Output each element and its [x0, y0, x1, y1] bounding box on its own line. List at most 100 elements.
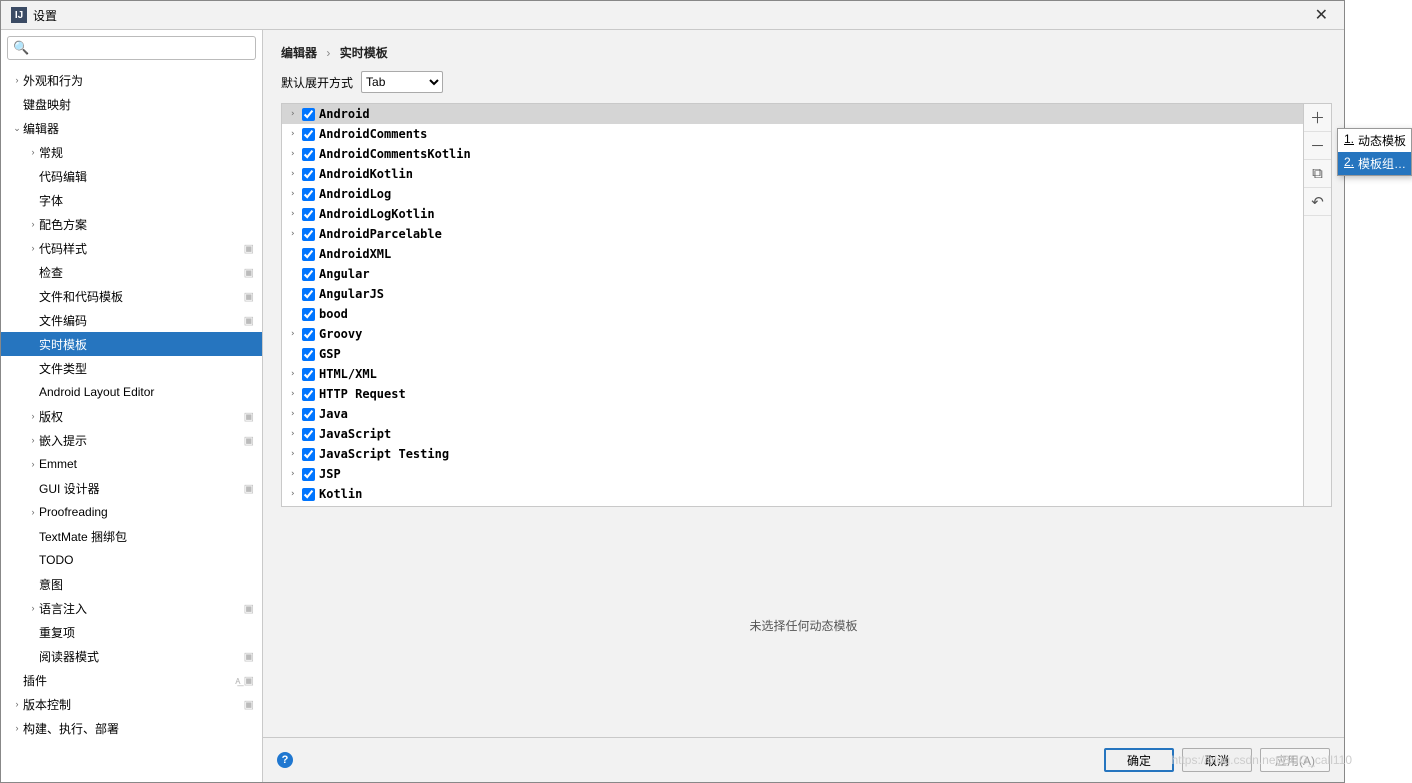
chevron-icon[interactable]: ›: [290, 109, 302, 119]
group-checkbox[interactable]: [302, 408, 315, 421]
remove-button[interactable]: －: [1304, 132, 1331, 160]
template-group-row[interactable]: AndroidXML: [282, 244, 1303, 264]
group-checkbox[interactable]: [302, 148, 315, 161]
expand-icon[interactable]: ⌄: [11, 123, 23, 134]
group-checkbox[interactable]: [302, 188, 315, 201]
sidebar-item[interactable]: 检查▣: [1, 260, 262, 284]
sidebar-item[interactable]: ›构建、执行、部署: [1, 716, 262, 740]
expand-icon[interactable]: ›: [27, 459, 39, 469]
search-input[interactable]: [7, 36, 256, 60]
sidebar-item[interactable]: 文件类型: [1, 356, 262, 380]
menu-item[interactable]: 2.模板组…: [1338, 152, 1411, 175]
sidebar-item[interactable]: ›Emmet: [1, 452, 262, 476]
template-groups-list[interactable]: ›Android›AndroidComments›AndroidComments…: [281, 103, 1304, 507]
sidebar-item[interactable]: ›嵌入提示▣: [1, 428, 262, 452]
sidebar-item[interactable]: 插件ᴀ̲ ▣: [1, 668, 262, 692]
expand-icon[interactable]: ›: [27, 603, 39, 613]
sidebar-item[interactable]: ›代码样式▣: [1, 236, 262, 260]
group-checkbox[interactable]: [302, 128, 315, 141]
group-checkbox[interactable]: [302, 108, 315, 121]
chevron-icon[interactable]: ›: [290, 449, 302, 459]
copy-button[interactable]: ⧉: [1304, 160, 1331, 188]
expand-icon[interactable]: ›: [27, 411, 39, 421]
sidebar-item[interactable]: ›配色方案: [1, 212, 262, 236]
template-group-row[interactable]: ›AndroidKotlin: [282, 164, 1303, 184]
sidebar-item[interactable]: 文件和代码模板▣: [1, 284, 262, 308]
template-group-row[interactable]: ›JavaScript Testing: [282, 444, 1303, 464]
settings-tree[interactable]: ›外观和行为键盘映射⌄编辑器›常规代码编辑字体›配色方案›代码样式▣检查▣文件和…: [1, 66, 262, 782]
sidebar-item[interactable]: 字体: [1, 188, 262, 212]
breadcrumb-part[interactable]: 编辑器: [281, 46, 317, 60]
chevron-icon[interactable]: ›: [290, 409, 302, 419]
template-group-row[interactable]: AngularJS: [282, 284, 1303, 304]
sidebar-item[interactable]: 意图: [1, 572, 262, 596]
template-group-row[interactable]: GSP: [282, 344, 1303, 364]
group-checkbox[interactable]: [302, 448, 315, 461]
sidebar-item[interactable]: TODO: [1, 548, 262, 572]
chevron-icon[interactable]: ›: [290, 189, 302, 199]
template-group-row[interactable]: ›HTML/XML: [282, 364, 1303, 384]
group-checkbox[interactable]: [302, 368, 315, 381]
expand-icon[interactable]: ›: [27, 435, 39, 445]
chevron-icon[interactable]: ›: [290, 149, 302, 159]
group-checkbox[interactable]: [302, 268, 315, 281]
expand-by-select[interactable]: Tab: [361, 71, 443, 93]
sidebar-item[interactable]: Android Layout Editor: [1, 380, 262, 404]
group-checkbox[interactable]: [302, 348, 315, 361]
group-checkbox[interactable]: [302, 308, 315, 321]
sidebar-item[interactable]: GUI 设计器▣: [1, 476, 262, 500]
group-checkbox[interactable]: [302, 208, 315, 221]
template-group-row[interactable]: Angular: [282, 264, 1303, 284]
sidebar-item[interactable]: ›常规: [1, 140, 262, 164]
cancel-button[interactable]: 取消: [1182, 748, 1252, 772]
chevron-icon[interactable]: ›: [290, 229, 302, 239]
sidebar-item[interactable]: 代码编辑: [1, 164, 262, 188]
close-icon[interactable]: ✕: [1309, 5, 1334, 25]
sidebar-item[interactable]: ›语言注入▣: [1, 596, 262, 620]
expand-icon[interactable]: ›: [27, 147, 39, 157]
sidebar-item[interactable]: ›外观和行为: [1, 68, 262, 92]
template-group-row[interactable]: ›Kotlin: [282, 484, 1303, 504]
template-group-row[interactable]: ›AndroidLog: [282, 184, 1303, 204]
group-checkbox[interactable]: [302, 428, 315, 441]
template-group-row[interactable]: ›AndroidLogKotlin: [282, 204, 1303, 224]
chevron-icon[interactable]: ›: [290, 209, 302, 219]
template-group-row[interactable]: ›Android: [282, 104, 1303, 124]
group-checkbox[interactable]: [302, 168, 315, 181]
expand-icon[interactable]: ›: [11, 75, 23, 85]
template-group-row[interactable]: ›AndroidParcelable: [282, 224, 1303, 244]
template-group-row[interactable]: ›AndroidCommentsKotlin: [282, 144, 1303, 164]
template-group-row[interactable]: ›JSP: [282, 464, 1303, 484]
chevron-icon[interactable]: ›: [290, 329, 302, 339]
sidebar-item[interactable]: TextMate 捆绑包: [1, 524, 262, 548]
menu-item[interactable]: 1.动态模板: [1338, 129, 1411, 152]
expand-icon[interactable]: ›: [27, 507, 39, 517]
expand-icon[interactable]: ›: [27, 243, 39, 253]
group-checkbox[interactable]: [302, 248, 315, 261]
chevron-icon[interactable]: ›: [290, 389, 302, 399]
chevron-icon[interactable]: ›: [290, 129, 302, 139]
group-checkbox[interactable]: [302, 288, 315, 301]
sidebar-item[interactable]: ›版本控制▣: [1, 692, 262, 716]
sidebar-item[interactable]: ⌄编辑器: [1, 116, 262, 140]
group-checkbox[interactable]: [302, 488, 315, 501]
sidebar-item[interactable]: ›版权▣: [1, 404, 262, 428]
group-checkbox[interactable]: [302, 468, 315, 481]
revert-button[interactable]: ↶: [1304, 188, 1331, 216]
template-group-row[interactable]: ›JavaScript: [282, 424, 1303, 444]
sidebar-item[interactable]: 重复项: [1, 620, 262, 644]
sidebar-item[interactable]: 文件编码▣: [1, 308, 262, 332]
group-checkbox[interactable]: [302, 388, 315, 401]
sidebar-item[interactable]: 实时模板: [1, 332, 262, 356]
template-group-row[interactable]: ›HTTP Request: [282, 384, 1303, 404]
chevron-icon[interactable]: ›: [290, 469, 302, 479]
add-button[interactable]: ＋: [1304, 104, 1331, 132]
ok-button[interactable]: 确定: [1104, 748, 1174, 772]
template-group-row[interactable]: ›AndroidComments: [282, 124, 1303, 144]
template-group-row[interactable]: ›Groovy: [282, 324, 1303, 344]
chevron-icon[interactable]: ›: [290, 429, 302, 439]
expand-icon[interactable]: ›: [11, 723, 23, 733]
group-checkbox[interactable]: [302, 228, 315, 241]
sidebar-item[interactable]: ›Proofreading: [1, 500, 262, 524]
template-group-row[interactable]: bood: [282, 304, 1303, 324]
